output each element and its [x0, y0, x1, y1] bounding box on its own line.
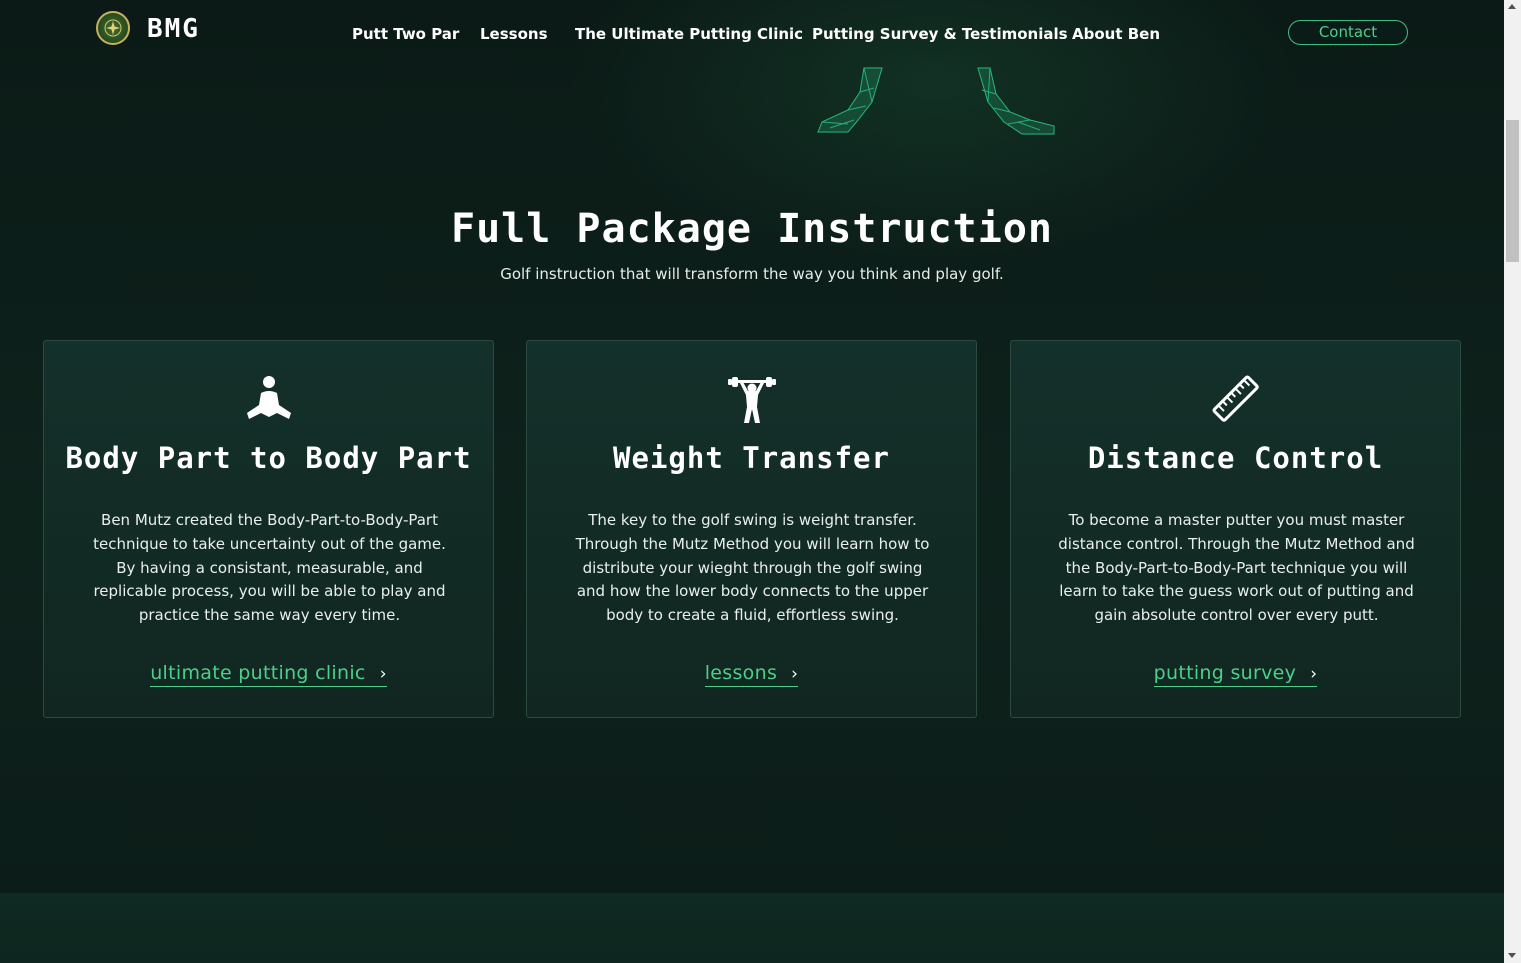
nav-link-ultimate-putting-clinic[interactable]: The Ultimate Putting Clinic [575, 25, 803, 43]
section-subtitle: Golf instruction that will transform the… [500, 265, 1004, 283]
card-description: The key to the golf swing is weight tran… [575, 511, 930, 625]
chevron-right-icon: › [791, 664, 799, 684]
card-title: Distance Control [1087, 441, 1384, 475]
top-navigation: BMG Putt Two Par Lessons The Ultimate Pu… [0, 0, 1504, 68]
card-link-wrap: ultimate putting clinic › [44, 662, 493, 687]
nav-link-lessons[interactable]: Lessons [480, 25, 548, 43]
footer-band [0, 893, 1504, 963]
section-title: Full Package Instruction [451, 206, 1053, 252]
card-link-wrap: putting survey › [1011, 662, 1460, 687]
card-description: Ben Mutz created the Body-Part-to-Body-P… [93, 511, 446, 625]
card-description: To become a master putter you must maste… [1058, 511, 1415, 625]
link-label: ultimate putting clinic [150, 662, 366, 684]
card-title: Body Part to Body Part [65, 441, 472, 475]
chevron-right-icon: › [379, 664, 387, 684]
contact-button[interactable]: Contact [1288, 20, 1408, 45]
crest-logo-icon[interactable] [96, 11, 130, 45]
ruler-icon [1011, 373, 1460, 429]
scroll-down-arrow-icon[interactable] [1508, 953, 1516, 958]
ultimate-putting-clinic-link[interactable]: ultimate putting clinic › [150, 662, 387, 687]
card-title: Weight Transfer [613, 441, 890, 475]
lessons-link[interactable]: lessons › [704, 662, 799, 687]
nav-link-putt-two-par[interactable]: Putt Two Par [352, 25, 459, 43]
chevron-right-icon: › [1310, 664, 1318, 684]
page: BMG Putt Two Par Lessons The Ultimate Pu… [0, 0, 1504, 963]
weightlifter-icon [527, 373, 976, 429]
card-distance-control: Distance Control To become a master putt… [1010, 340, 1461, 718]
person-sitting-icon [44, 373, 493, 429]
putting-survey-link[interactable]: putting survey › [1153, 662, 1318, 687]
link-label: lessons [704, 662, 778, 684]
scrollbar-thumb[interactable] [1506, 120, 1519, 262]
nav-link-about-ben[interactable]: About Ben [1072, 25, 1160, 43]
card-link-wrap: lessons › [527, 662, 976, 687]
card-body-part: Body Part to Body Part Ben Mutz created … [43, 340, 494, 718]
scroll-up-arrow-icon[interactable] [1508, 4, 1516, 9]
brand-name[interactable]: BMG [147, 14, 200, 44]
wireframe-legs-graphic [817, 67, 1055, 135]
vertical-scrollbar[interactable] [1504, 0, 1521, 963]
link-label: putting survey [1153, 662, 1297, 684]
card-weight-transfer: Weight Transfer The key to the golf swin… [526, 340, 977, 718]
nav-link-putting-survey[interactable]: Putting Survey & Testimonials [812, 25, 1068, 43]
